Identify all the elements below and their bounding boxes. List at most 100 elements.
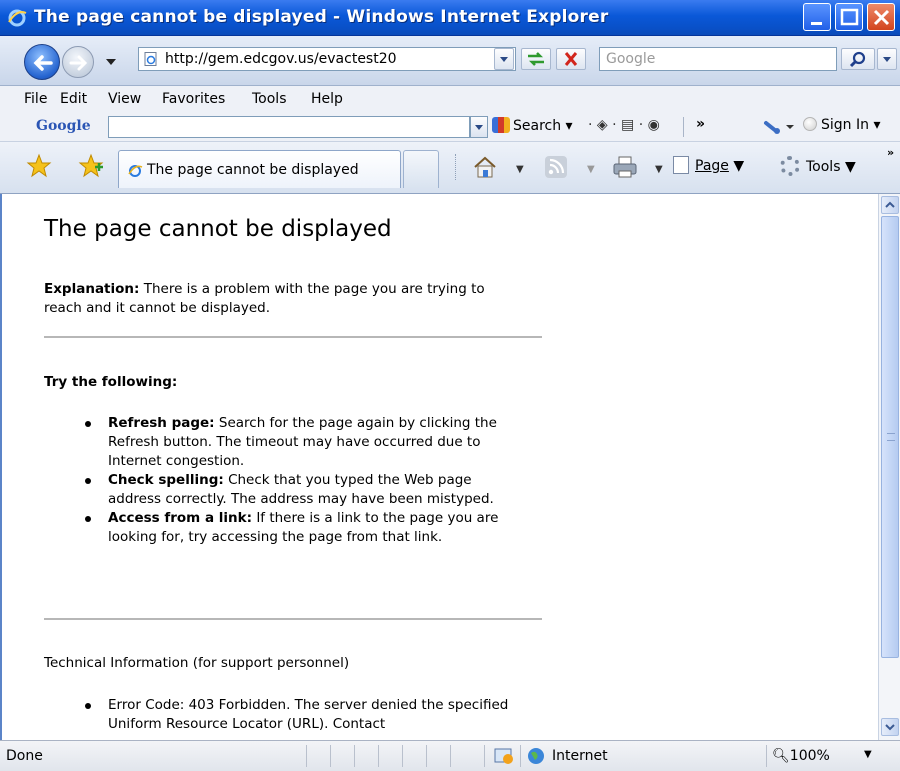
- scroll-up-button[interactable]: [881, 196, 899, 214]
- suggestion-label: Access from a link:: [108, 510, 253, 526]
- back-button[interactable]: [24, 44, 60, 80]
- explanation-label: Explanation:: [44, 281, 140, 297]
- maximize-button[interactable]: [835, 3, 863, 31]
- sign-in-button[interactable]: Sign In ▾: [803, 117, 880, 133]
- divider: [44, 336, 542, 338]
- gear-icon: [780, 156, 800, 176]
- chevron-down-icon: [885, 724, 895, 731]
- google-search-button[interactable]: Search ▾: [492, 117, 573, 134]
- sign-in-icon: [803, 117, 817, 131]
- scroll-thumb[interactable]: [881, 216, 899, 658]
- status-separator: [426, 745, 427, 767]
- forward-arrow-icon: [69, 55, 88, 71]
- printer-icon[interactable]: [612, 154, 638, 180]
- page-icon: [673, 156, 689, 174]
- ie-logo-icon: [8, 9, 27, 27]
- explanation-paragraph: Explanation: There is a problem with the…: [44, 280, 514, 318]
- page-icon: [144, 52, 157, 66]
- back-arrow-icon: [33, 55, 53, 71]
- search-options-button[interactable]: [877, 48, 897, 70]
- divider: [44, 618, 542, 620]
- page-menu-button[interactable]: Page ▼: [673, 156, 744, 174]
- vertical-scrollbar[interactable]: [878, 194, 900, 740]
- minimize-icon: [811, 22, 822, 25]
- stop-button[interactable]: [556, 48, 586, 70]
- list-item: Check spelling: Check that you typed the…: [82, 471, 527, 509]
- home-icon[interactable]: [472, 154, 498, 180]
- google-logo: Google: [36, 118, 91, 134]
- close-icon: [873, 9, 890, 26]
- scroll-grip: [887, 433, 895, 441]
- search-button[interactable]: [841, 48, 875, 70]
- url-text: http://gem.edcgov.us/evactest20: [165, 51, 397, 67]
- more-toolbar-chevron[interactable]: »: [696, 116, 705, 132]
- menu-view[interactable]: View: [108, 91, 141, 107]
- feeds-dropdown-icon[interactable]: ▼: [587, 164, 595, 175]
- chevron-down-icon: [883, 57, 891, 62]
- google-search-icon: [492, 117, 510, 133]
- google-search-input[interactable]: [108, 116, 470, 138]
- favorites-star-icon[interactable]: [26, 153, 52, 179]
- status-separator: [330, 745, 331, 767]
- zoom-magnifier-icon: 🔍︎: [772, 748, 790, 764]
- tab-label: The page cannot be displayed: [147, 162, 359, 178]
- forward-button[interactable]: [62, 46, 94, 78]
- window-title: The page cannot be displayed - Windows I…: [34, 7, 609, 27]
- google-toolbar-buttons[interactable]: · ◈ · ▤ · ◉: [588, 117, 660, 133]
- menu-tools[interactable]: Tools: [252, 91, 287, 107]
- status-separator: [402, 745, 403, 767]
- menu-help[interactable]: Help: [311, 91, 343, 107]
- status-separator: [450, 745, 451, 767]
- wrench-icon[interactable]: [762, 117, 798, 137]
- tools-menu-button[interactable]: Tools ▼: [780, 156, 856, 176]
- rss-feed-icon[interactable]: [543, 154, 569, 180]
- list-item: Access from a link: If there is a link t…: [82, 509, 527, 547]
- status-bar: Done Internet 🔍︎100% ▼: [0, 740, 900, 771]
- google-search-label: Search: [513, 118, 562, 134]
- url-input[interactable]: http://gem.edcgov.us/evactest20: [138, 47, 516, 71]
- zoom-control[interactable]: 🔍︎100%: [772, 748, 830, 764]
- search-input[interactable]: Google: [599, 47, 837, 71]
- url-dropdown-button[interactable]: [494, 48, 514, 70]
- more-commands-chevron[interactable]: »: [887, 146, 894, 159]
- scroll-down-button[interactable]: [881, 718, 899, 736]
- google-search-dropdown[interactable]: [470, 116, 488, 138]
- stop-icon: [564, 52, 578, 66]
- globe-icon: [528, 748, 544, 764]
- refresh-icon: [528, 52, 544, 66]
- page-title: The page cannot be displayed: [44, 216, 392, 242]
- error-code-text: Error Code: 403 Forbidden. The server de…: [108, 697, 509, 732]
- menu-bar: File Edit View Favorites Tools Help: [0, 86, 900, 112]
- new-tab-button[interactable]: [403, 150, 439, 188]
- status-separator: [484, 745, 485, 767]
- suggestion-list: Refresh page: Search for the page again …: [82, 414, 527, 547]
- refresh-button[interactable]: [521, 48, 551, 70]
- minimize-button[interactable]: [803, 3, 831, 31]
- chevron-down-icon[interactable]: [104, 56, 118, 68]
- home-dropdown-icon[interactable]: ▼: [516, 164, 524, 175]
- search-placeholder: Google: [606, 51, 656, 67]
- page-menu-label: Page: [695, 158, 729, 174]
- menu-edit[interactable]: Edit: [60, 91, 87, 107]
- status-separator: [520, 745, 521, 767]
- chevron-down-icon: [500, 57, 508, 62]
- list-item: Error Code: 403 Forbidden. The server de…: [82, 696, 527, 734]
- title-bar[interactable]: The page cannot be displayed - Windows I…: [0, 0, 900, 36]
- menu-favorites[interactable]: Favorites: [162, 91, 225, 107]
- status-separator: [378, 745, 379, 767]
- list-item: Refresh page: Search for the page again …: [82, 414, 527, 471]
- tab-command-bar: The page cannot be displayed ▼ ▼ ▼ Page …: [0, 142, 900, 194]
- suggestion-label: Refresh page:: [108, 415, 215, 431]
- status-separator: [354, 745, 355, 767]
- print-dropdown-icon[interactable]: ▼: [655, 164, 663, 175]
- tab-current-page[interactable]: The page cannot be displayed: [118, 150, 401, 188]
- zoom-dropdown-icon[interactable]: ▼: [864, 749, 872, 760]
- maximize-icon: [840, 8, 859, 26]
- security-zone-text: Internet: [552, 748, 608, 764]
- try-following-heading: Try the following:: [44, 374, 178, 390]
- protected-mode-icon[interactable]: [494, 747, 514, 765]
- add-favorite-icon[interactable]: [78, 153, 104, 179]
- close-window-button[interactable]: [867, 3, 895, 31]
- menu-file[interactable]: File: [24, 91, 47, 107]
- technical-info-list: Error Code: 403 Forbidden. The server de…: [82, 696, 527, 734]
